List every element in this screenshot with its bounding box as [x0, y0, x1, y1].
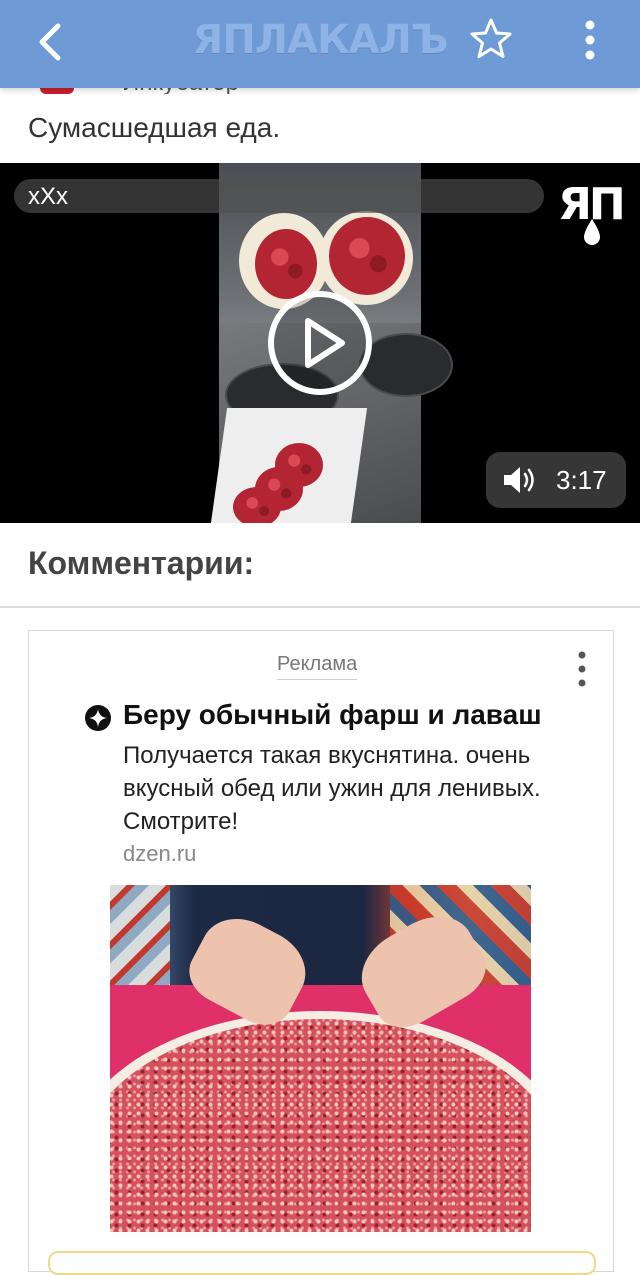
ad-description: Получается такая вкуснятина. очень вкусн…	[123, 742, 541, 835]
video-title-bar: xXx	[14, 179, 544, 213]
dzen-icon	[85, 705, 111, 731]
watermark-logo: ЯП	[556, 175, 628, 251]
video-player[interactable]: xXx ЯП 3:17	[0, 163, 640, 523]
video-controls: 3:17	[486, 452, 626, 508]
video-title: xXx	[28, 183, 69, 210]
play-circle-icon[interactable]	[266, 289, 374, 397]
volume-icon[interactable]	[502, 464, 538, 496]
ad-title[interactable]: Беру обычный фарш и лаваш	[123, 699, 542, 731]
back-icon[interactable]	[28, 18, 76, 66]
comments-heading: Комментарии:	[28, 545, 255, 581]
ad-image[interactable]	[110, 885, 531, 1232]
star-outline-icon[interactable]	[468, 16, 514, 62]
more-vertical-icon[interactable]	[566, 16, 614, 64]
ad-more-icon[interactable]	[567, 649, 597, 689]
app-logo[interactable]: ЯПЛАКАЛЪ	[180, 14, 460, 66]
ad-domain[interactable]: dzen.ru	[123, 841, 196, 867]
next-item-edge	[48, 1251, 596, 1275]
video-duration: 3:17	[556, 465, 607, 495]
post-title: Сумасшедшая еда.	[28, 112, 281, 143]
ad-label: Реклама	[277, 653, 358, 680]
divider	[0, 606, 640, 608]
ad-card[interactable]: Реклама Беру обычный фарш и лаваш Получа…	[28, 630, 614, 1272]
top-app-bar: ЯПЛАКАЛЪ	[0, 0, 640, 88]
